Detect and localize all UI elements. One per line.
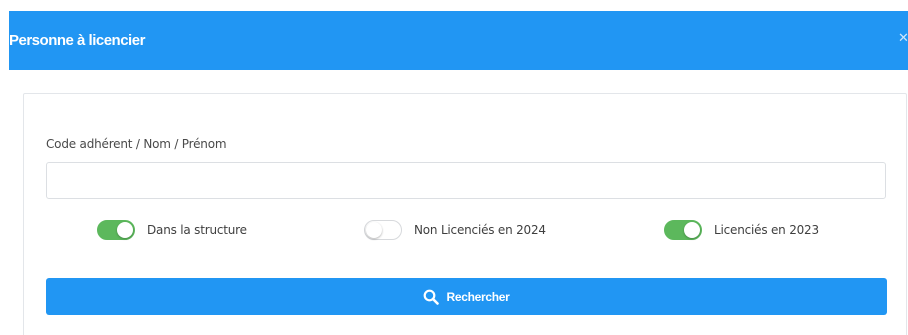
filter-not-licensed-2024[interactable]: Non Licenciés en 2024 — [364, 219, 546, 241]
filter-in-structure[interactable]: Dans la structure — [97, 219, 247, 241]
search-icon — [423, 289, 440, 305]
toggle-label-in-structure: Dans la structure — [147, 223, 247, 237]
modal-title: Personne à licencier — [9, 32, 145, 49]
search-field-label: Code adhérent / Nom / Prénom — [46, 137, 227, 151]
toggle-knob — [117, 222, 133, 238]
toggle-not-licensed-2024[interactable] — [364, 220, 402, 240]
close-icon[interactable]: ✕ — [898, 31, 908, 45]
toggle-in-structure[interactable] — [97, 220, 135, 240]
modal-header: Personne à licencier ✕ — [9, 11, 908, 70]
filter-licensed-2023[interactable]: Licenciés en 2023 — [664, 219, 819, 241]
search-panel: Code adhérent / Nom / Prénom Dans la str… — [23, 93, 907, 335]
toggle-label-not-licensed-2024: Non Licenciés en 2024 — [414, 223, 546, 237]
search-button[interactable]: Rechercher — [46, 278, 887, 315]
toggle-knob — [684, 222, 700, 238]
toggle-knob — [366, 222, 382, 238]
search-button-label: Rechercher — [446, 289, 510, 304]
member-search-input[interactable] — [46, 162, 886, 199]
toggle-licensed-2023[interactable] — [664, 220, 702, 240]
toggle-label-licensed-2023: Licenciés en 2023 — [714, 223, 819, 237]
license-person-modal: Personne à licencier ✕ Code adhérent / N… — [0, 0, 908, 335]
